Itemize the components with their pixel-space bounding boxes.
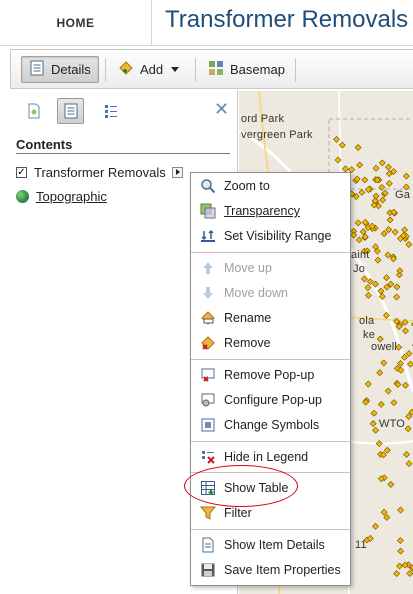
menu-separator bbox=[191, 529, 350, 530]
menu-item-show-item-details[interactable]: Show Item Details bbox=[191, 534, 350, 556]
map-label: vergreen Park bbox=[241, 129, 313, 141]
about-tab[interactable] bbox=[20, 98, 47, 124]
layer-visibility-checkbox[interactable]: ✓ bbox=[16, 166, 27, 178]
map-label: aint bbox=[351, 249, 370, 261]
item-details-icon bbox=[200, 537, 216, 553]
legend-tab[interactable] bbox=[97, 98, 124, 124]
layer-label[interactable]: Transformer Removals bbox=[34, 165, 166, 180]
legend-icon bbox=[104, 105, 117, 118]
globe-icon bbox=[16, 189, 29, 203]
save-icon bbox=[200, 562, 216, 578]
layer-item-transformer-removals[interactable]: ✓ Transformer Removals bbox=[16, 163, 183, 181]
add-button[interactable]: Add bbox=[111, 56, 186, 83]
arrow-down-icon bbox=[200, 285, 216, 301]
configure-popup-icon bbox=[200, 392, 216, 408]
details-icon bbox=[29, 60, 45, 79]
menu-item-move-down: Move down bbox=[191, 282, 350, 304]
menu-item-save-item-properties[interactable]: Save Item Properties bbox=[191, 559, 350, 581]
arrow-up-icon bbox=[200, 260, 216, 276]
layer-context-menu: Zoom to Transparency Set Visibility Rang… bbox=[190, 172, 351, 586]
menu-item-hide-in-legend[interactable]: Hide in Legend bbox=[191, 446, 350, 468]
remove-icon bbox=[200, 335, 216, 351]
highlight-annotation-circle bbox=[184, 465, 298, 507]
map-label: Jo bbox=[353, 263, 366, 275]
hide-legend-icon bbox=[200, 449, 216, 465]
layer-label[interactable]: Topographic bbox=[36, 189, 107, 204]
map-label: owell bbox=[371, 341, 398, 353]
map-label: Ga bbox=[395, 189, 411, 201]
about-icon bbox=[28, 103, 39, 119]
map-label: ord Park bbox=[241, 113, 285, 125]
contents-divider bbox=[16, 153, 230, 154]
toolbar-divider bbox=[295, 58, 296, 82]
chevron-down-icon bbox=[171, 67, 180, 72]
map-label: ola bbox=[359, 315, 375, 327]
menu-separator bbox=[191, 441, 350, 442]
basemap-button-label: Basemap bbox=[230, 62, 285, 77]
menu-separator bbox=[191, 252, 350, 253]
home-link[interactable]: HOME bbox=[0, 0, 152, 46]
add-icon bbox=[118, 60, 134, 79]
zoom-icon bbox=[200, 178, 216, 194]
add-button-label: Add bbox=[140, 62, 164, 77]
visibility-range-icon bbox=[200, 228, 216, 244]
menu-item-set-visibility-range[interactable]: Set Visibility Range bbox=[191, 225, 350, 247]
map-label: WTO bbox=[379, 418, 406, 430]
remove-popup-icon bbox=[200, 367, 216, 383]
basemap-icon bbox=[208, 60, 224, 79]
contents-icon bbox=[64, 103, 77, 119]
transparency-icon bbox=[200, 203, 216, 219]
menu-item-zoom-to[interactable]: Zoom to bbox=[191, 175, 350, 197]
menu-item-rename[interactable]: Rename bbox=[191, 307, 350, 329]
contents-tab[interactable] bbox=[57, 98, 84, 124]
menu-item-configure-popup[interactable]: Configure Pop-up bbox=[191, 389, 350, 411]
map-label: 11 bbox=[355, 539, 367, 551]
menu-item-change-symbols[interactable]: Change Symbols bbox=[191, 414, 350, 436]
rename-icon bbox=[200, 310, 216, 326]
menu-separator bbox=[191, 359, 350, 360]
menu-item-transparency[interactable]: Transparency bbox=[191, 200, 350, 222]
main-toolbar: Details Add Basemap bbox=[10, 49, 413, 89]
close-icon[interactable]: ✕ bbox=[214, 100, 229, 118]
menu-item-move-up: Move up bbox=[191, 257, 350, 279]
app-header: HOME Transformer Removals bbox=[0, 0, 413, 46]
details-button[interactable]: Details bbox=[21, 56, 99, 83]
map-label: ke bbox=[363, 329, 376, 341]
filter-icon bbox=[200, 505, 216, 521]
toolbar-divider bbox=[195, 58, 196, 82]
contents-heading: Contents bbox=[16, 137, 73, 152]
layer-options-arrow-icon[interactable] bbox=[171, 166, 183, 178]
menu-item-remove[interactable]: Remove bbox=[191, 332, 350, 354]
details-button-label: Details bbox=[51, 62, 91, 77]
menu-item-remove-popup[interactable]: Remove Pop-up bbox=[191, 364, 350, 386]
page-title: Transformer Removals bbox=[165, 6, 409, 33]
toolbar-divider bbox=[105, 58, 106, 82]
menu-item-filter[interactable]: Filter bbox=[191, 502, 350, 524]
change-symbols-icon bbox=[200, 417, 216, 433]
basemap-button[interactable]: Basemap bbox=[201, 56, 292, 83]
layer-item-topographic[interactable]: Topographic bbox=[16, 187, 107, 205]
